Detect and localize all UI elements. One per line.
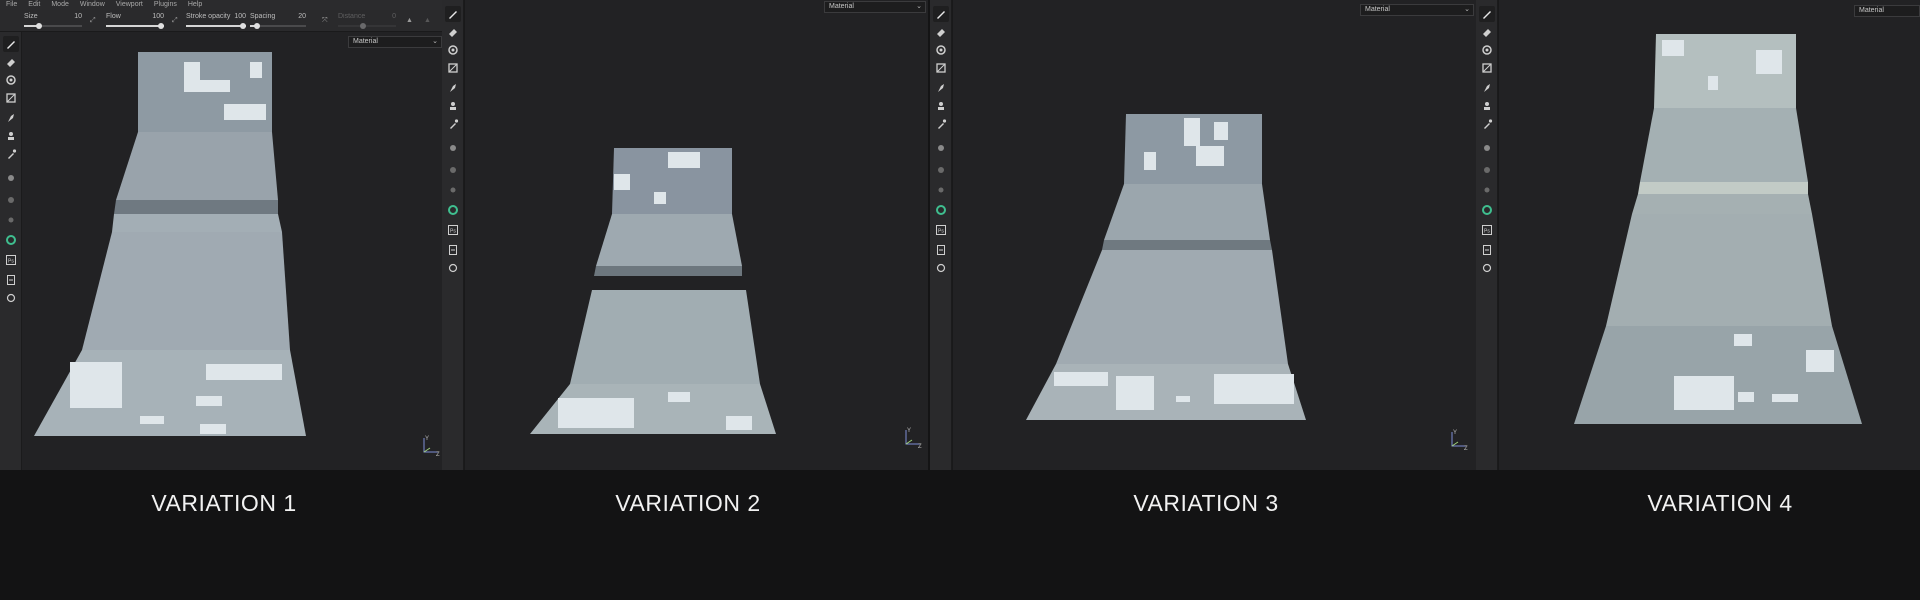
- axis-gizmo-1: YZ: [418, 434, 442, 458]
- mesh-3-patch: [1214, 374, 1294, 404]
- mesh-4-patch: [1772, 394, 1798, 402]
- mesh-2-lower-segment: [570, 290, 760, 384]
- mesh-1-patch: [140, 416, 164, 424]
- mesh-4-patch: [1734, 334, 1752, 346]
- mesh-2-patch: [726, 416, 752, 430]
- mesh-2-patch: [668, 392, 690, 402]
- mesh-2-patch: [654, 192, 666, 204]
- mesh-3-patch: [1184, 118, 1200, 146]
- mesh-4-seam: [1638, 182, 1808, 194]
- mesh-3-patch: [1144, 152, 1156, 170]
- svg-text:Z: Z: [918, 444, 922, 450]
- mesh-4-lower-segment: [1606, 214, 1832, 326]
- mesh-1-patch: [196, 80, 230, 92]
- mesh-3-seam: [1102, 240, 1272, 250]
- mesh-1-mid-segment: [116, 132, 278, 200]
- mesh-3-patch: [1196, 146, 1224, 166]
- mesh-1-step: [112, 214, 282, 232]
- caption-variation-2: VARIATION 2: [615, 490, 761, 516]
- caption-variation-4: VARIATION 4: [1647, 490, 1793, 516]
- mesh-4-mid-segment: [1640, 108, 1808, 182]
- mesh-3-lower-segment: [1056, 250, 1288, 364]
- mesh-3-patch: [1116, 376, 1154, 410]
- mesh-4-patch: [1806, 350, 1834, 372]
- mesh-1-patch: [70, 362, 122, 408]
- mesh-4-patch: [1756, 50, 1782, 74]
- mesh-2-seam: [594, 266, 742, 276]
- mesh-4-step: [1632, 194, 1812, 214]
- axis-gizmo-2: YZ: [900, 426, 924, 450]
- mesh-2-patch: [614, 174, 630, 190]
- mesh-4-patch: [1738, 392, 1754, 402]
- mesh-3-patch: [1054, 372, 1108, 386]
- mesh-3-patch: [1176, 396, 1190, 402]
- mesh-1-patch: [196, 396, 222, 406]
- mesh-1-patch: [200, 424, 226, 434]
- mesh-1-seam: [114, 200, 278, 214]
- mesh-previews: [34, 34, 1862, 436]
- mesh-4-patch: [1708, 76, 1718, 90]
- mesh-4-patch: [1662, 40, 1684, 56]
- svg-text:Y: Y: [1453, 430, 1457, 436]
- mesh-3-patch: [1214, 122, 1228, 140]
- svg-text:Z: Z: [1464, 446, 1468, 452]
- svg-text:Z: Z: [436, 452, 440, 458]
- caption-variation-1: VARIATION 1: [151, 490, 297, 516]
- mesh-1-patch: [250, 62, 262, 78]
- mesh-2-patch: [558, 398, 634, 428]
- mesh-1-patch: [206, 364, 282, 380]
- caption-variation-3: VARIATION 3: [1133, 490, 1279, 516]
- mesh-1-lower-segment: [82, 232, 290, 350]
- axis-gizmo-3: YZ: [1446, 428, 1470, 452]
- mesh-4-patch: [1674, 376, 1734, 410]
- mesh-2-mid-segment: [596, 214, 742, 266]
- mesh-3-mid-segment: [1104, 184, 1270, 240]
- svg-text:Y: Y: [907, 428, 911, 434]
- mesh-1-patch: [224, 104, 266, 120]
- mesh-2-patch: [668, 152, 700, 168]
- svg-text:Y: Y: [425, 436, 429, 442]
